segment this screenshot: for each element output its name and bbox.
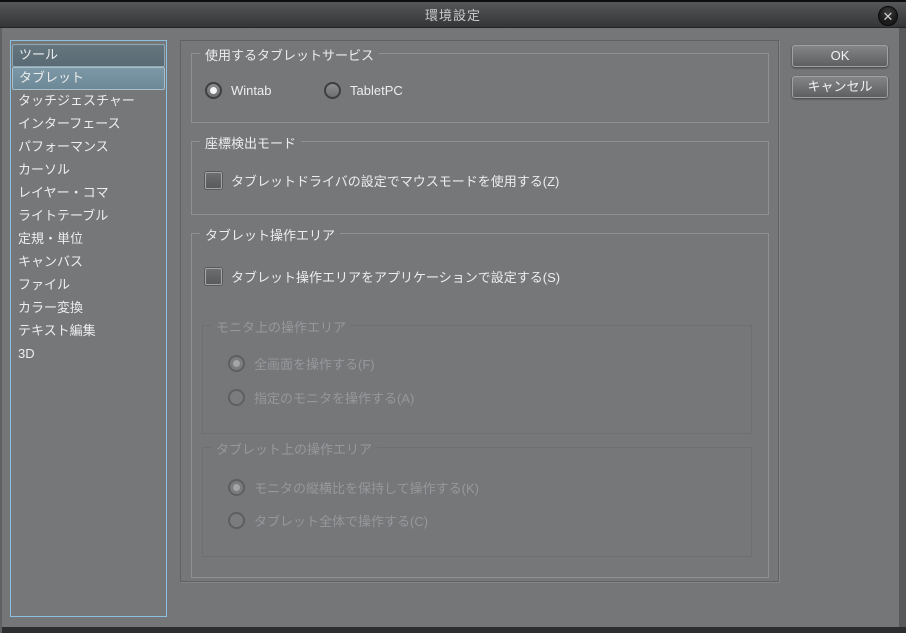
sidebar-item-ライトテーブル[interactable]: ライトテーブル: [12, 205, 165, 228]
sidebar-item-キャンバス[interactable]: キャンバス: [12, 251, 165, 274]
app-area-option[interactable]: タブレット操作エリアをアプリケーションで設定する(S): [205, 267, 560, 286]
group-tablet-surface: タブレット上の操作エリア モニタの縦横比を保持して操作する(K) タブレット全体…: [202, 439, 752, 557]
settings-panel: 使用するタブレットサービス Wintab TabletPC 座標検出モード タブ…: [180, 40, 779, 582]
group-legend: 使用するタブレットサービス: [200, 45, 380, 64]
window-edge: [899, 28, 906, 633]
keep-aspect-option: モニタの縦横比を保持して操作する(K): [228, 478, 479, 497]
radio-icon[interactable]: [324, 82, 341, 99]
group-tablet-service: 使用するタブレットサービス Wintab TabletPC: [191, 45, 769, 123]
group-legend: タブレット上の操作エリア: [211, 439, 378, 458]
radio-label: Wintab: [231, 83, 272, 98]
specified-monitor-option: 指定のモニタを操作する(A): [228, 388, 414, 407]
radio-label: TabletPC: [350, 83, 403, 98]
fullscreen-option: 全画面を操作する(F): [228, 354, 375, 373]
sidebar-item-テキスト編集[interactable]: テキスト編集: [12, 320, 165, 343]
radio-icon: [228, 389, 245, 406]
sidebar-item-カラー変換[interactable]: カラー変換: [12, 297, 165, 320]
mouse-mode-option[interactable]: タブレットドライバの設定でマウスモードを使用する(Z): [205, 171, 559, 190]
checkbox-icon[interactable]: [205, 172, 222, 189]
checkbox-label: タブレット操作エリアをアプリケーションで設定する(S): [231, 270, 561, 285]
window-edge: [0, 627, 906, 633]
group-legend: 座標検出モード: [200, 133, 302, 152]
sidebar-item-レイヤー・コマ[interactable]: レイヤー・コマ: [12, 182, 165, 205]
close-icon[interactable]: ✕: [878, 6, 898, 26]
radio-label: モニタの縦横比を保持して操作する(K): [254, 481, 479, 496]
group-monitor-area: モニタ上の操作エリア 全画面を操作する(F) 指定のモニタを操作する(A): [202, 317, 752, 434]
radio-icon[interactable]: [205, 82, 222, 99]
ok-button[interactable]: OK: [792, 45, 888, 67]
group-legend: モニタ上の操作エリア: [211, 317, 352, 336]
sidebar-item-タブレット[interactable]: タブレット: [12, 67, 165, 90]
radio-icon: [228, 512, 245, 529]
whole-tablet-option: タブレット全体で操作する(C): [228, 511, 428, 530]
cancel-button[interactable]: キャンセル: [792, 76, 888, 98]
group-tablet-area: タブレット操作エリア タブレット操作エリアをアプリケーションで設定する(S) モ…: [191, 225, 769, 578]
title-bar[interactable]: 環境設定 ✕: [0, 0, 906, 28]
sidebar-item-インターフェース[interactable]: インターフェース: [12, 113, 165, 136]
wintab-option[interactable]: Wintab: [205, 82, 271, 99]
radio-icon: [228, 355, 245, 372]
sidebar-item-タッチジェスチャー[interactable]: タッチジェスチャー: [12, 90, 165, 113]
sidebar-item-ツール[interactable]: ツール: [12, 44, 165, 67]
checkbox-icon[interactable]: [205, 268, 222, 285]
window-edge: [0, 28, 2, 633]
radio-label: タブレット全体で操作する(C): [254, 514, 429, 529]
radio-label: 指定のモニタを操作する(A): [254, 391, 415, 406]
sidebar-item-パフォーマンス[interactable]: パフォーマンス: [12, 136, 165, 159]
sidebar-item-ファイル[interactable]: ファイル: [12, 274, 165, 297]
sidebar-item-3D[interactable]: 3D: [12, 343, 165, 366]
checkbox-label: タブレットドライバの設定でマウスモードを使用する(Z): [231, 174, 560, 189]
sidebar-item-定規・単位[interactable]: 定規・単位: [12, 228, 165, 251]
category-list: ツール タブレット タッチジェスチャー インターフェース パフォーマンス カーソル レイヤー…: [10, 40, 167, 617]
group-legend: タブレット操作エリア: [200, 225, 341, 244]
window-title: 環境設定: [424, 8, 481, 23]
tabletpc-option[interactable]: TabletPC: [324, 82, 403, 99]
sidebar-item-カーソル[interactable]: カーソル: [12, 159, 165, 182]
group-coord-mode: 座標検出モード タブレットドライバの設定でマウスモードを使用する(Z): [191, 133, 769, 215]
preferences-dialog: 環境設定 ✕ ツール タブレット タッチジェスチャー インターフェース パフォーマンスカ…: [0, 0, 906, 633]
radio-icon: [228, 479, 245, 496]
radio-label: 全画面を操作する(F): [254, 357, 375, 372]
